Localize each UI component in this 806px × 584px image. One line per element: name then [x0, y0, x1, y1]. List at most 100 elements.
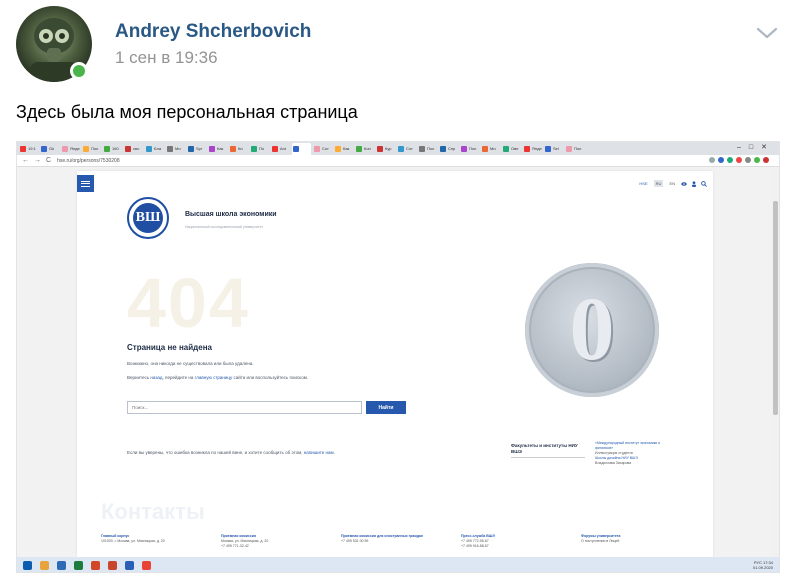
contact-columns: Главный корпус 101000, г. Москва, ул. Мяс… [101, 534, 701, 549]
contact-line: +7 495 531 00 59 [341, 539, 369, 543]
tab-label: Пол [427, 146, 435, 151]
page-scrollbar [772, 167, 779, 557]
tab-label: По [259, 146, 265, 151]
extension-icon [709, 157, 715, 163]
hint-text: сайта или воспользуйтесь поиском. [233, 375, 309, 380]
hse-logo: ВШ [127, 197, 169, 239]
caption-line: Владислава Захарова [595, 461, 632, 465]
tab-favicon-icon [356, 145, 362, 152]
tab-label: Ми [175, 146, 181, 151]
hse-logo-mark: ВШ [133, 203, 163, 233]
browser-tab: Пол [82, 144, 101, 154]
tab-favicon-icon [251, 145, 257, 152]
chevron-down-icon[interactable] [756, 26, 778, 40]
tab-favicon-icon [209, 145, 215, 152]
browser-tab: Ки [229, 144, 248, 154]
browser-tab: Кон [355, 144, 374, 154]
browser-tab: Пол [565, 144, 584, 154]
zero-coin-illustration: 0 [525, 263, 659, 397]
extension-icon [736, 157, 742, 163]
header-link: HSE [639, 181, 648, 186]
browser-tab: Как [334, 144, 353, 154]
tab-label: Сот [322, 146, 329, 151]
browser-tab: Пол [418, 144, 437, 154]
tab-label: Спр [448, 146, 456, 151]
tab-label: Бла [154, 146, 162, 151]
tab-label: Сот [406, 146, 413, 151]
browser-tab: 19:1 [19, 144, 38, 154]
illustration-caption: «Международный институт экономики и фина… [595, 441, 675, 466]
tab-label: Ми [490, 146, 496, 151]
tab-label: Яндекс [70, 146, 80, 151]
taskbar-app-icon [91, 561, 100, 570]
contact-line: +7 495 771-32-42 [221, 544, 249, 548]
browser-tab: Спр [439, 144, 458, 154]
coin-digit: 0 [569, 280, 615, 379]
tab-label: 19:1 [28, 146, 36, 151]
browser-tab: сво [124, 144, 143, 154]
browser-tab [292, 143, 311, 155]
main-page-link: главную страницу [194, 375, 233, 380]
browser-tab: Яндекс [61, 144, 80, 154]
browser-address-bar: ← → C hse.ru/org/persons/7530208 [17, 155, 779, 167]
taskbar-app-icon [40, 561, 49, 570]
extension-icon [745, 157, 751, 163]
org-name: Высшая школа экономики [185, 211, 277, 218]
tab-favicon-icon [83, 145, 89, 152]
contact-column: Приемная комиссия для иностранных гражда… [341, 534, 461, 549]
tab-label: Кон [364, 146, 371, 151]
browser-tab: Ми [166, 144, 185, 154]
tab-favicon-icon [125, 145, 131, 152]
browser-tab: По [250, 144, 269, 154]
header-tools: HSE RU EN [637, 180, 707, 187]
tab-favicon-icon [461, 145, 467, 152]
report-text-end: . [333, 450, 335, 455]
tab-favicon-icon [377, 145, 383, 152]
hint-text: , перейдите на [162, 375, 194, 380]
tab-label: Как [343, 146, 350, 151]
error-code-watermark: 404 [127, 264, 250, 342]
tab-favicon-icon [146, 145, 152, 152]
browser-tab: Sel [544, 144, 563, 154]
windows-taskbar: РУС 17:34 01.09.2020 [17, 557, 779, 572]
attached-screenshot[interactable]: 19:1 Gk Яндекс Пол 160 сво Бла Ми Spr Как Ки По Ant С… [16, 141, 780, 573]
tab-favicon-icon [545, 145, 551, 152]
tab-favicon-icon [440, 145, 446, 152]
hint-text: Вернитесь [127, 375, 150, 380]
contact-column: Главный корпус 101000, г. Москва, ул. Мяс… [101, 534, 221, 549]
system-tray: РУС 17:34 01.09.2020 [753, 560, 773, 570]
not-found-hint: Вернитесь назад, перейдите на главную ст… [127, 375, 308, 380]
extension-icon [718, 157, 724, 163]
post-timestamp[interactable]: 1 сен в 19:36 [115, 48, 218, 68]
browser-tab: Сот [313, 144, 332, 154]
tab-favicon-icon [419, 145, 425, 152]
tab-favicon-icon [272, 145, 278, 152]
tab-favicon-icon [524, 145, 530, 152]
post-text: Здесь была моя персональная страница [16, 102, 358, 122]
browser-tab: Кур [376, 144, 395, 154]
not-found-title: Страница не найдена [127, 343, 212, 352]
browser-tab: Сот [397, 144, 416, 154]
eye-icon [681, 181, 687, 186]
lang-ru: RU [653, 180, 664, 187]
forward-icon: → [34, 157, 41, 164]
tab-label: сво [133, 146, 140, 151]
tab-favicon-icon [41, 145, 47, 152]
browser-tab: Ant [271, 144, 290, 154]
tab-favicon-icon [566, 145, 572, 152]
tab-label: Ant [280, 146, 287, 151]
user-icon [691, 180, 697, 187]
reload-icon: C [46, 157, 52, 164]
browser-tab: Яндекс [523, 144, 542, 154]
org-subtitle: Национальный исследовательский университ… [185, 225, 264, 229]
taskbar-app-icon [57, 561, 66, 570]
post-author-name[interactable]: Andrey Shcherbovich [115, 21, 311, 43]
scrollbar-thumb [773, 201, 778, 415]
report-error-text: Если вы уверены, что ошибка возникла по … [127, 449, 367, 456]
faculties-label: Факультеты и институты НИУ ВШЭ [511, 443, 585, 458]
tab-label: Sel [553, 146, 559, 151]
tab-favicon-icon [398, 145, 404, 152]
url-text: hse.ru/org/persons/7530208 [57, 157, 120, 164]
caption-title: «Международный институт экономики и фина… [595, 441, 661, 450]
taskbar-app-icon [74, 561, 83, 570]
